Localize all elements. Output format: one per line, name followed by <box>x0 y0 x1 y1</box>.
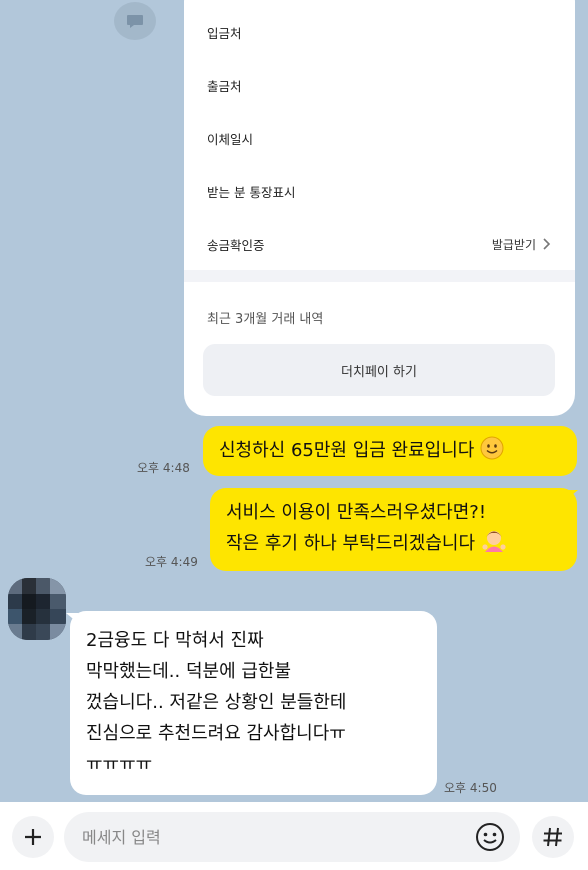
transfer-receipt-card: 입금처 출금처 이체일시 받는 분 통장표시 송금확인증 발급받기 최근 3개월… <box>184 0 575 416</box>
receipt-row-label: 받는 분 통장표시 <box>207 184 296 200</box>
message-text: 서비스 이용이 만족스러우셨다면?! <box>226 502 487 523</box>
message-text: 막막했는데.. 덕분에 급한불 <box>86 661 292 682</box>
attach-button[interactable] <box>12 816 54 858</box>
plus-icon <box>25 829 41 845</box>
issue-certificate-label: 발급받기 <box>491 237 536 252</box>
receipt-row-label: 이체일시 <box>207 131 254 147</box>
other-message-bubble[interactable]: 2금융도 다 막혀서 진짜 막막했는데.. 덕분에 급한불 껐습니다.. 저같은… <box>70 611 437 795</box>
smile-emoji-icon <box>480 436 504 460</box>
receipt-row-label: 송금확인증 <box>207 237 265 253</box>
share-icon <box>127 15 143 28</box>
recent-transactions-label: 최근 3개월 거래 내역 <box>207 312 324 327</box>
receipt-row-withdrawer: 출금처 <box>207 73 551 97</box>
my-message-bubble[interactable]: 서비스 이용이 만족스러우셨다면?! 작은 후기 하나 부탁드리겠습니다 <box>210 488 577 571</box>
receipt-row-recipient-display: 받는 분 통장표시 <box>207 179 551 203</box>
message-input[interactable] <box>64 812 520 862</box>
bubble-tail <box>566 490 578 500</box>
bowing-person-emoji-icon <box>482 531 506 552</box>
message-text: ㅠㅠㅠㅠ <box>86 754 153 775</box>
receipt-row-label: 입금처 <box>207 25 242 41</box>
receipt-row-datetime: 이체일시 <box>207 126 551 150</box>
message-text: 작은 후기 하나 부탁드리겠습니다 <box>226 533 476 554</box>
message-text: 2금융도 다 막혀서 진짜 <box>86 630 264 651</box>
emoji-button[interactable] <box>472 819 508 855</box>
message-input-bar <box>0 802 588 870</box>
receipt-row-certificate[interactable]: 송금확인증 발급받기 <box>207 232 551 256</box>
chat-area[interactable]: 입금처 출금처 이체일시 받는 분 통장표시 송금확인증 발급받기 최근 3개월… <box>0 0 588 802</box>
message-text: 진심으로 추천드려요 감사합니다ㅠ <box>86 723 346 744</box>
hash-icon <box>543 827 562 847</box>
message-time: 오후 4:48 <box>137 461 190 475</box>
message-text: 껐습니다.. 저같은 상황인 분들한테 <box>86 692 347 713</box>
chevron-right-icon <box>543 238 551 250</box>
message-time: 오후 4:50 <box>444 781 497 795</box>
share-button[interactable] <box>114 2 156 40</box>
issue-certificate-link[interactable]: 발급받기 <box>492 236 551 253</box>
hashtag-search-button[interactable] <box>532 816 574 858</box>
dutch-pay-button[interactable]: 더치페이 하기 <box>203 344 555 396</box>
message-time: 오후 4:49 <box>145 555 198 569</box>
emoji-icon <box>476 823 504 851</box>
avatar-image <box>8 578 66 640</box>
receipt-row-depositor: 입금처 <box>207 20 551 44</box>
avatar[interactable] <box>8 578 66 640</box>
receipt-row-label: 출금처 <box>207 78 242 94</box>
my-message-bubble[interactable]: 신청하신 65만원 입금 완료입니다 <box>203 426 577 476</box>
message-text: 신청하신 65만원 입금 완료입니다 <box>219 440 475 461</box>
receipt-divider <box>184 270 575 282</box>
